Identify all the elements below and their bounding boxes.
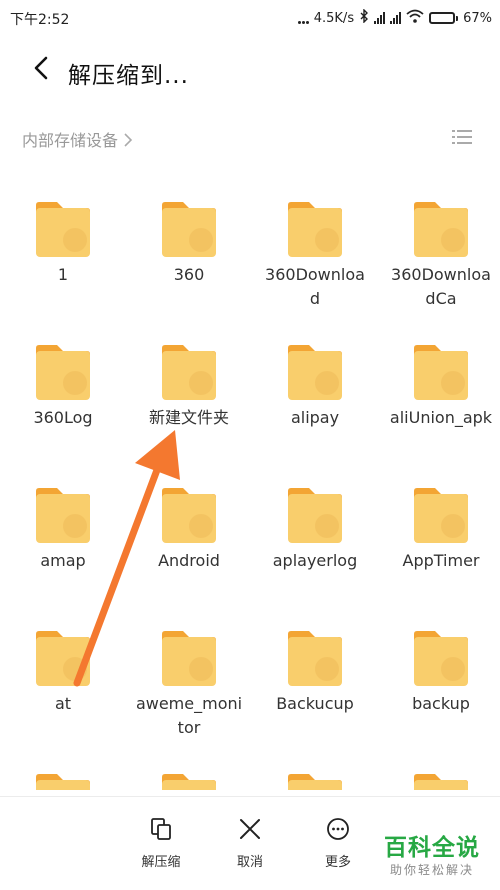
watermark-title: 百科全说 — [384, 835, 480, 861]
folder-name: AppTimer — [402, 551, 480, 570]
folder-item[interactable]: AppTimer — [386, 472, 496, 604]
status-icons: 4.5K/s 67% — [297, 8, 492, 28]
folder-icon — [288, 774, 342, 790]
folder-icon — [162, 202, 216, 257]
list-view-button[interactable] — [452, 128, 472, 146]
folder-item[interactable]: backup — [386, 615, 496, 747]
folder-item[interactable]: Backucup — [260, 615, 370, 747]
list-view-icon — [452, 130, 472, 144]
cancel-label: 取消 — [236, 855, 263, 870]
folder-name: amap — [40, 551, 86, 570]
folder-icon — [162, 774, 216, 790]
folder-item[interactable]: 1 — [8, 186, 118, 318]
folder-icon — [414, 774, 468, 790]
folder-grid: 1 360 360Download 360DownloadCa 360Log 新建文件夹 a… — [0, 186, 500, 790]
more-button[interactable]: 更多 — [303, 817, 373, 877]
folder-name: 新建文件夹 — [148, 408, 229, 427]
folder-item[interactable]: 新建文件夹 — [134, 329, 244, 461]
folder-icon — [288, 488, 342, 543]
decompress-button[interactable]: 解压缩 — [126, 817, 196, 877]
folder-icon — [36, 202, 90, 257]
folder-item[interactable]: amap — [8, 472, 118, 604]
folder-icon — [288, 202, 342, 257]
watermark-subtitle: 助你轻松解决 — [389, 863, 474, 877]
page-title: 解压缩到... — [68, 63, 189, 89]
folder-name: Android — [158, 551, 220, 570]
folder-icon — [36, 488, 90, 543]
wifi-icon — [406, 9, 424, 27]
folder-icon — [36, 774, 90, 790]
watermark: 百科全说 助你轻松解决 — [372, 828, 492, 884]
folder-item[interactable] — [386, 758, 496, 790]
folder-name: aplayerlog — [272, 551, 358, 570]
folder-name: 360Download — [265, 265, 365, 308]
folder-icon — [36, 631, 90, 686]
folder-name: Backucup — [276, 694, 354, 713]
battery-icon — [429, 12, 459, 24]
folder-item[interactable]: aweme_monitor — [134, 615, 244, 747]
decompress-label: 解压缩 — [141, 855, 181, 870]
folder-item[interactable]: 360Download — [260, 186, 370, 318]
folder-icon — [162, 345, 216, 400]
folder-icon — [414, 631, 468, 686]
signal-dots-icon — [297, 12, 309, 24]
folder-icon — [414, 202, 468, 257]
folder-item[interactable] — [260, 758, 370, 790]
folder-name: aweme_monitor — [135, 694, 243, 737]
folder-name: backup — [412, 694, 470, 713]
folder-name: 360DownloadCa — [391, 265, 491, 308]
folder-item[interactable]: at — [8, 615, 118, 747]
folder-item[interactable]: aplayerlog — [260, 472, 370, 604]
folder-item[interactable]: 360 — [134, 186, 244, 318]
folder-icon — [414, 345, 468, 400]
folder-item[interactable]: 360DownloadCa — [386, 186, 496, 318]
decompress-icon — [151, 818, 171, 840]
folder-item[interactable]: alipay — [260, 329, 370, 461]
more-icon — [327, 818, 349, 840]
signal-icon-2 — [390, 12, 402, 24]
network-speed: 4.5K/s — [313, 10, 355, 26]
back-arrow-icon — [34, 56, 48, 80]
folder-icon — [162, 631, 216, 686]
battery-label: 67% — [463, 10, 492, 26]
folder-icon — [36, 345, 90, 400]
more-label: 更多 — [324, 855, 351, 870]
close-icon — [240, 819, 260, 839]
folder-item[interactable]: aliUnion_apk — [386, 329, 496, 461]
folder-name: 1 — [57, 265, 69, 284]
folder-item[interactable] — [8, 758, 118, 790]
folder-icon — [414, 488, 468, 543]
header: 解压缩到... — [0, 46, 500, 96]
folder-name: 360Log — [33, 408, 93, 427]
status-time: 下午2:52 — [10, 12, 70, 28]
folder-icon — [162, 488, 216, 543]
folder-item[interactable] — [134, 758, 244, 790]
cancel-button[interactable]: 取消 — [215, 817, 285, 877]
folder-name: alipay — [290, 408, 340, 427]
folder-item[interactable]: 360Log — [8, 329, 118, 461]
folder-item[interactable]: Android — [134, 472, 244, 604]
folder-name: 360 — [173, 265, 205, 284]
status-bar: 下午2:52 4.5K/s 67% — [0, 0, 500, 36]
folder-name: at — [54, 694, 72, 713]
folder-name: aliUnion_apk — [389, 408, 493, 427]
chevron-right-icon — [124, 133, 133, 147]
breadcrumb-item-internal-storage[interactable]: 内部存储设备 — [22, 127, 133, 151]
folder-icon — [288, 631, 342, 686]
folder-icon — [288, 345, 342, 400]
breadcrumb-label: 内部存储设备 — [22, 131, 119, 150]
bluetooth-icon — [359, 8, 369, 27]
breadcrumb: 内部存储设备 — [0, 118, 500, 158]
back-button[interactable] — [28, 54, 58, 84]
signal-icon — [374, 12, 386, 24]
